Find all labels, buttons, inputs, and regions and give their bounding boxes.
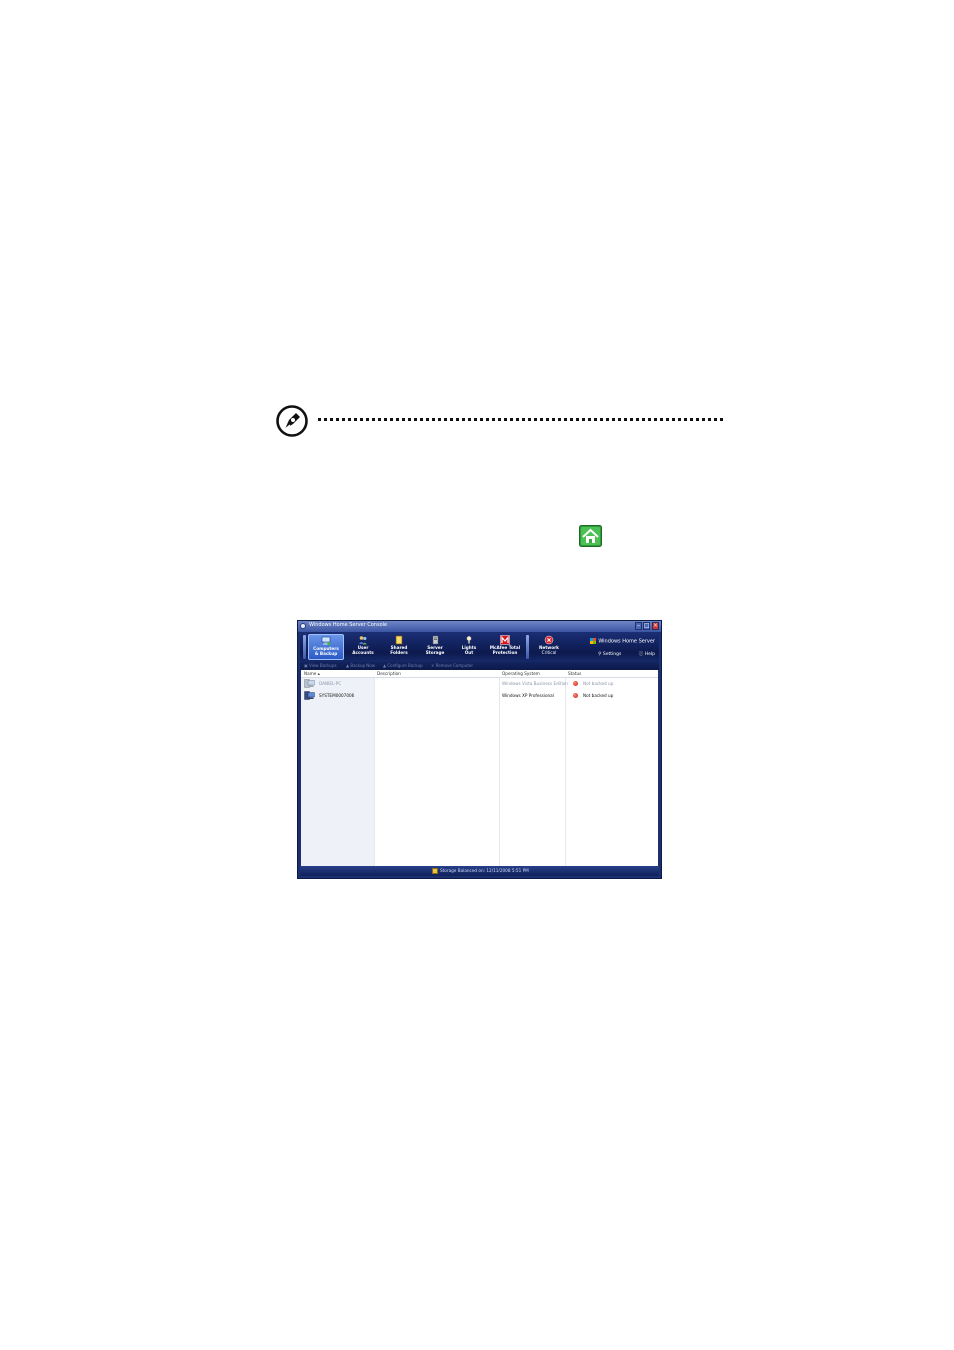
computer-icon	[304, 679, 315, 688]
computers-backup-icon	[321, 636, 331, 646]
computer-status: Not backed up	[583, 681, 614, 686]
status-bar: Storage Balanced on: 12/11/2008 5:51 PM	[300, 866, 659, 876]
ribbon-separator	[526, 635, 529, 659]
lights-out-icon	[466, 636, 472, 644]
status-error-icon	[573, 681, 578, 686]
name-column-shade	[301, 678, 374, 866]
column-header-description[interactable]: Description	[377, 671, 401, 676]
computer-status: Not backed up	[583, 693, 614, 698]
home-server-console-window: Windows Home Server Console – □ × Comput…	[297, 620, 662, 879]
action-toolbar: ▣ View Backups ▲ Backup Now ▲ Configure …	[300, 662, 659, 670]
users-icon	[359, 636, 367, 645]
status-text: Storage Balanced on: 12/11/2008 5:51 PM	[440, 868, 529, 873]
app-icon	[300, 623, 306, 629]
status-error-icon	[573, 693, 578, 698]
computer-name: DANIEL-PC	[319, 681, 342, 686]
note-dotted-rule	[318, 418, 723, 421]
tab-mcafee-total-protection[interactable]: McAfee Total Protection	[486, 634, 524, 660]
top-links: ⚲ Settings ⓘ Help	[582, 651, 655, 657]
remove-computer-button[interactable]: ✕ Remove Computer	[431, 663, 473, 668]
computer-list: Name ▴ Description Operating System Stat…	[301, 670, 658, 866]
table-row[interactable]: DANIEL-PC Windows Vista Business Edition…	[301, 679, 658, 689]
network-critical-icon	[544, 635, 554, 645]
tab-network-critical[interactable]: Network Critical	[532, 634, 566, 660]
folders-icon	[395, 635, 403, 645]
storage-icon	[432, 635, 439, 645]
column-header-os[interactable]: Operating System	[502, 671, 540, 676]
title-bar[interactable]: Windows Home Server Console – □ ×	[298, 621, 661, 632]
computer-os: Windows XP Professional	[502, 693, 554, 698]
tab-computers-backup[interactable]: Computers & Backup	[308, 634, 344, 660]
list-header: Name ▴ Description Operating System Stat…	[301, 670, 658, 678]
tab-shared-folders[interactable]: Shared Folders	[382, 634, 416, 660]
backup-now-button[interactable]: ▲ Backup Now	[346, 663, 375, 668]
table-row[interactable]: SYSTEM0007006 Windows XP Professional No…	[301, 691, 658, 701]
note-pen-icon	[276, 405, 308, 437]
computer-icon	[304, 691, 315, 700]
tab-server-storage[interactable]: Server Storage	[418, 634, 452, 660]
search-settings-icon: ⚲	[598, 652, 602, 657]
ribbon: Computers & Backup User Accounts Shared …	[300, 632, 659, 662]
window-title: Windows Home Server Console	[309, 622, 388, 628]
close-button[interactable]: ×	[652, 622, 659, 630]
ribbon-handle	[303, 635, 306, 659]
computer-os: Windows Vista Business Edition	[502, 681, 568, 686]
computer-name: SYSTEM0007006	[319, 693, 355, 698]
storage-balanced-icon	[432, 868, 438, 874]
note-marker	[276, 405, 726, 437]
minimize-button[interactable]: –	[635, 622, 642, 630]
settings-link[interactable]: ⚲ Settings	[590, 652, 621, 657]
help-link[interactable]: ⓘ Help	[631, 652, 655, 657]
home-server-tray-icon	[579, 525, 602, 547]
view-backups-button[interactable]: ▣ View Backups	[304, 663, 337, 668]
column-header-name[interactable]: Name ▴	[304, 671, 320, 676]
help-icon: ⓘ	[638, 652, 644, 657]
tab-user-accounts[interactable]: User Accounts	[346, 634, 380, 660]
tab-lights-out[interactable]: Lights Out	[454, 634, 484, 660]
mcafee-icon	[500, 635, 510, 645]
sort-ascending-icon: ▴	[317, 671, 320, 676]
configure-backup-button[interactable]: ▲ Configure Backup	[383, 663, 423, 668]
brand-logo: Windows Home Server	[590, 638, 655, 645]
maximize-button[interactable]: □	[643, 622, 650, 630]
column-header-status[interactable]: Status	[568, 671, 581, 676]
windows-flag-icon	[590, 638, 597, 644]
